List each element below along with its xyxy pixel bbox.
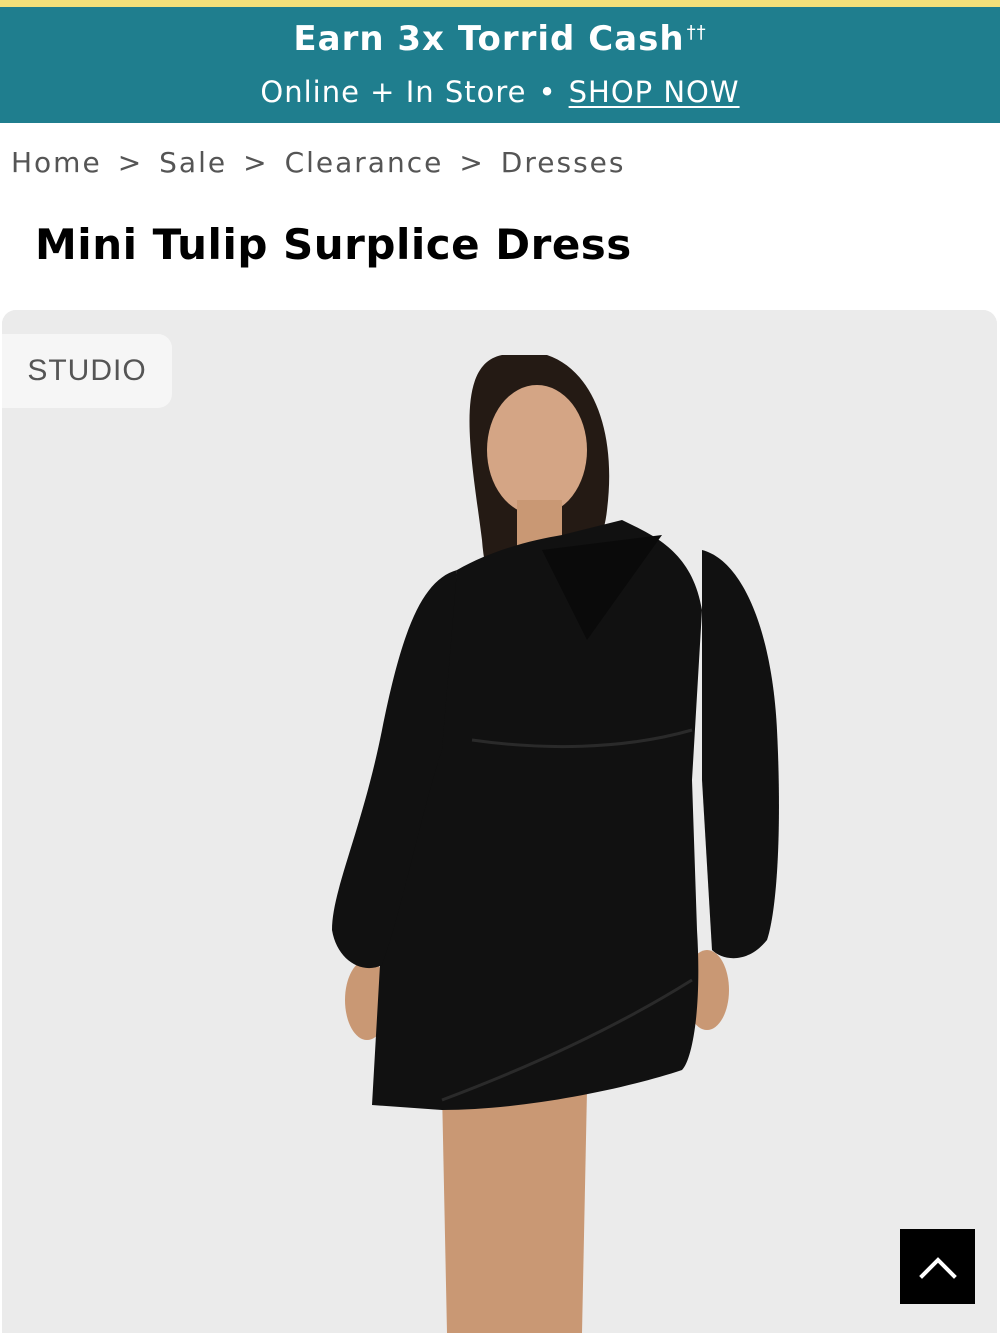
breadcrumb: Home > Sale > Clearance > Dresses	[11, 146, 625, 179]
breadcrumb-sale[interactable]: Sale	[159, 146, 227, 179]
promo-separator: •	[538, 75, 557, 109]
promo-line-text: Online + In Store	[260, 75, 527, 109]
product-image[interactable]: STUDIO	[2, 310, 997, 1333]
back-to-top-button[interactable]	[900, 1229, 975, 1304]
promo-title: Earn 3x Torrid Cash ††	[293, 19, 707, 59]
shop-now-link[interactable]: SHOP NOW	[569, 75, 740, 109]
breadcrumb-separator: >	[243, 146, 269, 179]
breadcrumb-home[interactable]: Home	[11, 146, 102, 179]
product-title: Mini Tulip Surplice Dress	[35, 220, 632, 269]
top-accent-stripe	[0, 0, 1000, 7]
promo-banner[interactable]: Earn 3x Torrid Cash †† Online + In Store •…	[0, 7, 1000, 123]
promo-title-mark: ††	[686, 21, 707, 43]
studio-badge: STUDIO	[2, 334, 172, 408]
breadcrumb-dresses[interactable]: Dresses	[501, 146, 626, 179]
breadcrumb-separator: >	[459, 146, 485, 179]
breadcrumb-separator: >	[117, 146, 144, 179]
chevron-up-icon	[918, 1256, 957, 1279]
product-photo-illustration	[2, 310, 997, 1333]
promo-subline: Online + In Store • SHOP NOW	[0, 75, 1000, 109]
breadcrumb-clearance[interactable]: Clearance	[285, 146, 444, 179]
